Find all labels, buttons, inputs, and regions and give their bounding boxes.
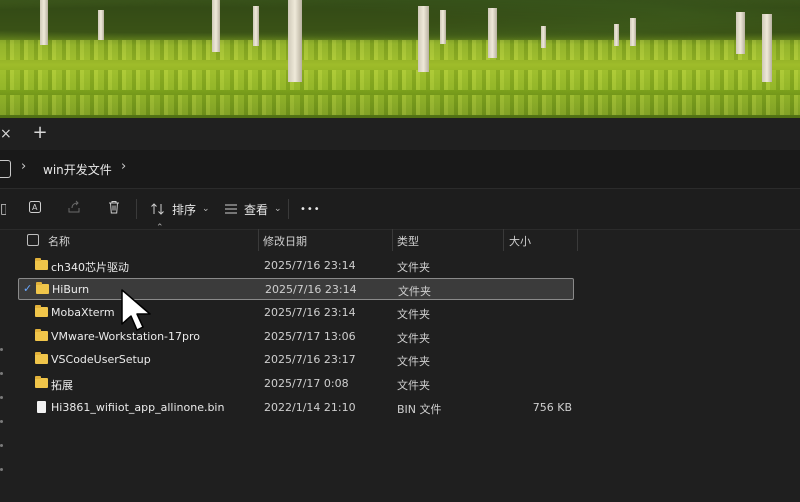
file-name: Hi3861_wifiiot_app_allinone.bin xyxy=(51,401,225,414)
file-size: 756 KB xyxy=(532,401,572,414)
file-row[interactable]: 拓展 2025/7/17 0:08 文件夹 xyxy=(18,373,574,395)
file-row[interactable]: VSCodeUserSetup 2025/7/16 23:17 文件夹 xyxy=(18,349,574,371)
file-name: MobaXterm xyxy=(51,306,115,319)
folder-icon xyxy=(35,305,48,317)
folder-icon xyxy=(35,352,48,364)
more-options-button[interactable]: ••• xyxy=(300,198,321,220)
file-type: 文件夹 xyxy=(397,355,430,368)
command-bar: ▯ A 排序 ⌄ 查看 ⌄ ••• xyxy=(0,189,800,230)
file-type: BIN 文件 xyxy=(397,403,442,416)
file-modified: 2025/7/16 23:17 xyxy=(264,353,356,366)
file-icon xyxy=(37,401,46,413)
svg-text:A: A xyxy=(32,203,38,212)
nav-pane-edge xyxy=(0,348,4,498)
rename-icon[interactable]: A xyxy=(26,199,46,219)
chevron-down-icon: ⌄ xyxy=(202,204,210,214)
file-type: 文件夹 xyxy=(397,308,430,321)
file-row-selected[interactable]: ✓ HiBurn 2025/7/16 23:14 文件夹 xyxy=(18,278,574,300)
file-type: 文件夹 xyxy=(397,261,430,274)
file-name: HiBurn xyxy=(52,283,90,296)
file-name: VSCodeUserSetup xyxy=(51,353,151,366)
share-icon[interactable] xyxy=(64,199,84,219)
mouse-cursor-icon xyxy=(121,289,151,331)
delete-icon[interactable] xyxy=(104,199,124,219)
select-all-checkbox[interactable] xyxy=(27,234,39,246)
file-row[interactable]: VMware-Workstation-17pro 2025/7/17 13:06… xyxy=(18,326,574,348)
file-type: 文件夹 xyxy=(397,332,430,345)
column-modified[interactable]: 修改日期 xyxy=(263,233,307,249)
file-name: 拓展 xyxy=(51,379,73,392)
file-type: 文件夹 xyxy=(397,379,430,392)
file-modified: 2025/7/17 0:08 xyxy=(264,377,349,390)
file-row[interactable]: ch340芯片驱动 2025/7/16 23:14 文件夹 xyxy=(18,255,574,277)
sort-indicator-icon: ⌃ xyxy=(156,223,164,233)
view-label: 查看 xyxy=(244,202,269,217)
column-header: ⌃ 名称 修改日期 类型 大小 xyxy=(18,223,578,251)
sort-label: 排序 xyxy=(172,202,197,217)
chevron-right-icon[interactable]: › xyxy=(21,159,26,174)
address-bar[interactable]: › win开发文件 › xyxy=(0,150,800,189)
folder-icon xyxy=(35,329,48,341)
file-modified: 2025/7/16 23:14 xyxy=(265,283,357,296)
folder-icon xyxy=(35,258,48,270)
view-button[interactable]: 查看 ⌄ xyxy=(224,198,282,220)
monitor-icon xyxy=(0,160,11,178)
paste-icon[interactable]: ▯ xyxy=(0,199,6,219)
chevron-right-icon[interactable]: › xyxy=(121,159,126,174)
column-name[interactable]: 名称 xyxy=(48,233,70,249)
file-type: 文件夹 xyxy=(398,285,431,298)
file-modified: 2025/7/16 23:14 xyxy=(264,306,356,319)
file-modified: 2022/1/14 21:10 xyxy=(264,401,356,414)
sort-button[interactable]: 排序 ⌄ xyxy=(150,198,210,220)
chevron-down-icon: ⌄ xyxy=(274,204,282,214)
checkmark-icon[interactable]: ✓ xyxy=(23,282,32,295)
file-name: ch340芯片驱动 xyxy=(51,261,130,274)
sort-icon xyxy=(151,203,164,215)
tab-bar: × + xyxy=(0,118,800,150)
column-type[interactable]: 类型 xyxy=(397,233,419,249)
breadcrumb-folder[interactable]: win开发文件 xyxy=(43,161,112,178)
view-icon xyxy=(225,204,237,214)
new-tab-button[interactable]: + xyxy=(30,122,50,144)
file-row[interactable]: Hi3861_wifiiot_app_allinone.bin 2022/1/1… xyxy=(18,397,574,419)
column-size[interactable]: 大小 xyxy=(509,233,531,249)
file-row[interactable]: MobaXterm 2025/7/16 23:14 文件夹 xyxy=(18,302,574,324)
desktop-wallpaper xyxy=(0,0,800,118)
file-modified: 2025/7/17 13:06 xyxy=(264,330,356,343)
folder-icon xyxy=(35,376,48,388)
close-tab-icon[interactable]: × xyxy=(0,124,14,144)
file-modified: 2025/7/16 23:14 xyxy=(264,259,356,272)
folder-icon xyxy=(36,282,49,294)
